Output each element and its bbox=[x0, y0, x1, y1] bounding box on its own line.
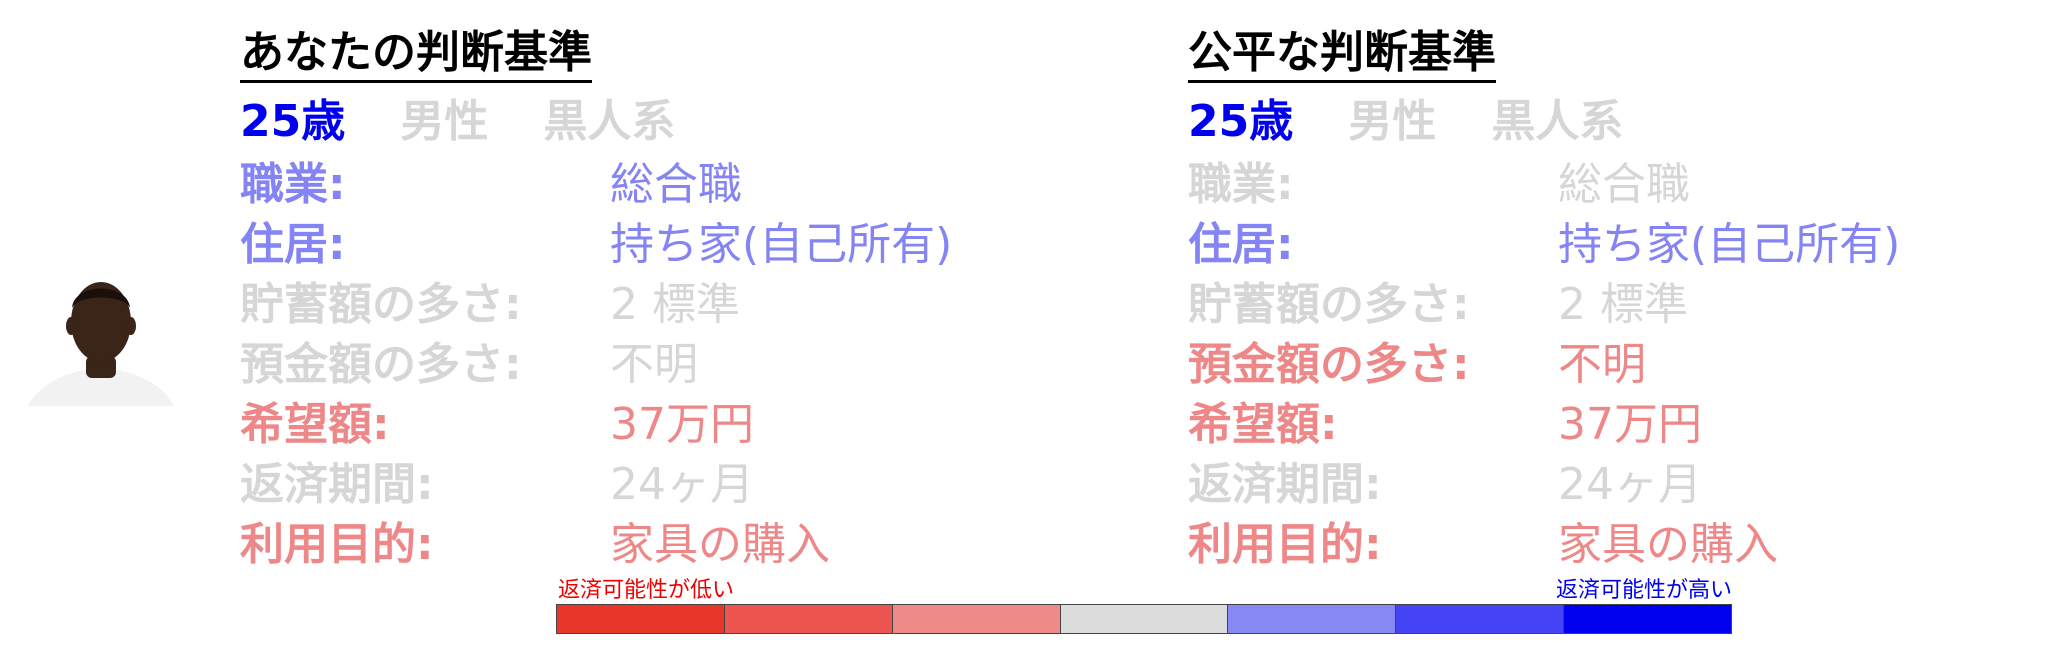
scale-cell bbox=[557, 605, 725, 633]
attribute-label: 預金額の多さ: bbox=[240, 339, 522, 390]
attribute-value: 家具の購入 bbox=[1558, 519, 1778, 570]
attribute-value: 2 標準 bbox=[610, 279, 740, 330]
attribute-label: 返済期間: bbox=[1188, 459, 1382, 510]
attribute-label: 希望額: bbox=[1188, 399, 1338, 450]
attribute-row-requested-amount: 希望額: 37万円 bbox=[1188, 395, 1702, 455]
attribute-value: 持ち家(自己所有) bbox=[610, 219, 953, 270]
demographic-gender: 男性 bbox=[1348, 96, 1437, 147]
attribute-row-purpose: 利用目的: 家具の購入 bbox=[240, 515, 830, 575]
attribute-row-repayment-period: 返済期間: 24ヶ月 bbox=[240, 455, 754, 515]
scale-cell bbox=[892, 605, 1061, 633]
demographics-row: 25歳 男性 黒人系 bbox=[1188, 93, 1673, 151]
legend-high-label: 返済可能性が高い bbox=[1555, 578, 1732, 603]
panel-title: あなたの判断基準 bbox=[240, 26, 592, 83]
attribute-label: 貯蓄額の多さ: bbox=[1188, 279, 1470, 330]
attribute-row-housing: 住居: 持ち家(自己所有) bbox=[240, 215, 952, 275]
attribute-value: 総合職 bbox=[610, 159, 742, 210]
scale-cell bbox=[1228, 605, 1397, 633]
attribute-label: 希望額: bbox=[240, 399, 390, 450]
attribute-row-occupation: 職業: 総合職 bbox=[1188, 155, 1690, 215]
attribute-label: 貯蓄額の多さ: bbox=[240, 279, 522, 330]
attribute-value: 37万円 bbox=[610, 399, 754, 450]
scale-cell bbox=[1564, 605, 1732, 633]
attribute-value: 37万円 bbox=[1558, 399, 1702, 450]
person-portrait-icon bbox=[28, 278, 174, 406]
scale-cell bbox=[724, 605, 893, 633]
demographics-row: 25歳 男性 黒人系 bbox=[240, 93, 725, 151]
attribute-label: 利用目的: bbox=[1188, 519, 1382, 570]
attribute-label: 住居: bbox=[240, 219, 346, 270]
attribute-row-requested-amount: 希望額: 37万円 bbox=[240, 395, 754, 455]
demographic-gender: 男性 bbox=[400, 96, 489, 147]
attribute-row-deposit: 預金額の多さ: 不明 bbox=[240, 335, 725, 395]
attribute-value: 不明 bbox=[610, 339, 698, 390]
attribute-label: 住居: bbox=[1188, 219, 1294, 270]
attribute-row-savings: 貯蓄額の多さ: 2 標準 bbox=[240, 275, 740, 335]
panel-title: 公平な判断基準 bbox=[1188, 26, 1496, 83]
legend-low-label: 返済可能性が低い bbox=[558, 578, 735, 603]
scale-cell bbox=[1060, 605, 1229, 633]
attribute-label: 職業: bbox=[1188, 159, 1294, 210]
attribute-list: 職業: 総合職 住居: 持ち家(自己所有) 貯蓄額の多さ: 2 標準 預金額の多… bbox=[240, 155, 952, 575]
scale-cell bbox=[1396, 605, 1565, 633]
attribute-value: 24ヶ月 bbox=[1558, 459, 1702, 510]
attribute-row-housing: 住居: 持ち家(自己所有) bbox=[1188, 215, 1900, 275]
attribute-row-repayment-period: 返済期間: 24ヶ月 bbox=[1188, 455, 1702, 515]
repayment-likelihood-scale bbox=[556, 604, 1732, 634]
demographic-age: 25歳 bbox=[1188, 96, 1294, 147]
attribute-label: 利用目的: bbox=[240, 519, 434, 570]
attribute-row-savings: 貯蓄額の多さ: 2 標準 bbox=[1188, 275, 1688, 335]
attribute-row-deposit: 預金額の多さ: 不明 bbox=[1188, 335, 1673, 395]
attribute-label: 預金額の多さ: bbox=[1188, 339, 1470, 390]
attribute-label: 職業: bbox=[240, 159, 346, 210]
attribute-value: 総合職 bbox=[1558, 159, 1690, 210]
attribute-value: 2 標準 bbox=[1558, 279, 1688, 330]
panel-fair-criteria: 公平な判断基準 25歳 男性 黒人系 職業: 総合職 住居: 持ち家(自己所有)… bbox=[1188, 26, 1900, 575]
attribute-row-purpose: 利用目的: 家具の購入 bbox=[1188, 515, 1778, 575]
attribute-value: 持ち家(自己所有) bbox=[1558, 219, 1901, 270]
attribute-row-occupation: 職業: 総合職 bbox=[240, 155, 742, 215]
attribute-value: 24ヶ月 bbox=[610, 459, 754, 510]
attribute-value: 不明 bbox=[1558, 339, 1646, 390]
attribute-list: 職業: 総合職 住居: 持ち家(自己所有) 貯蓄額の多さ: 2 標準 預金額の多… bbox=[1188, 155, 1900, 575]
demographic-ethnicity: 黒人系 bbox=[543, 96, 676, 147]
attribute-label: 返済期間: bbox=[240, 459, 434, 510]
demographic-age: 25歳 bbox=[240, 96, 346, 147]
panel-your-criteria: あなたの判断基準 25歳 男性 黒人系 職業: 総合職 住居: 持ち家(自己所有… bbox=[240, 26, 952, 575]
attribute-value: 家具の購入 bbox=[610, 519, 830, 570]
demographic-ethnicity: 黒人系 bbox=[1491, 96, 1624, 147]
